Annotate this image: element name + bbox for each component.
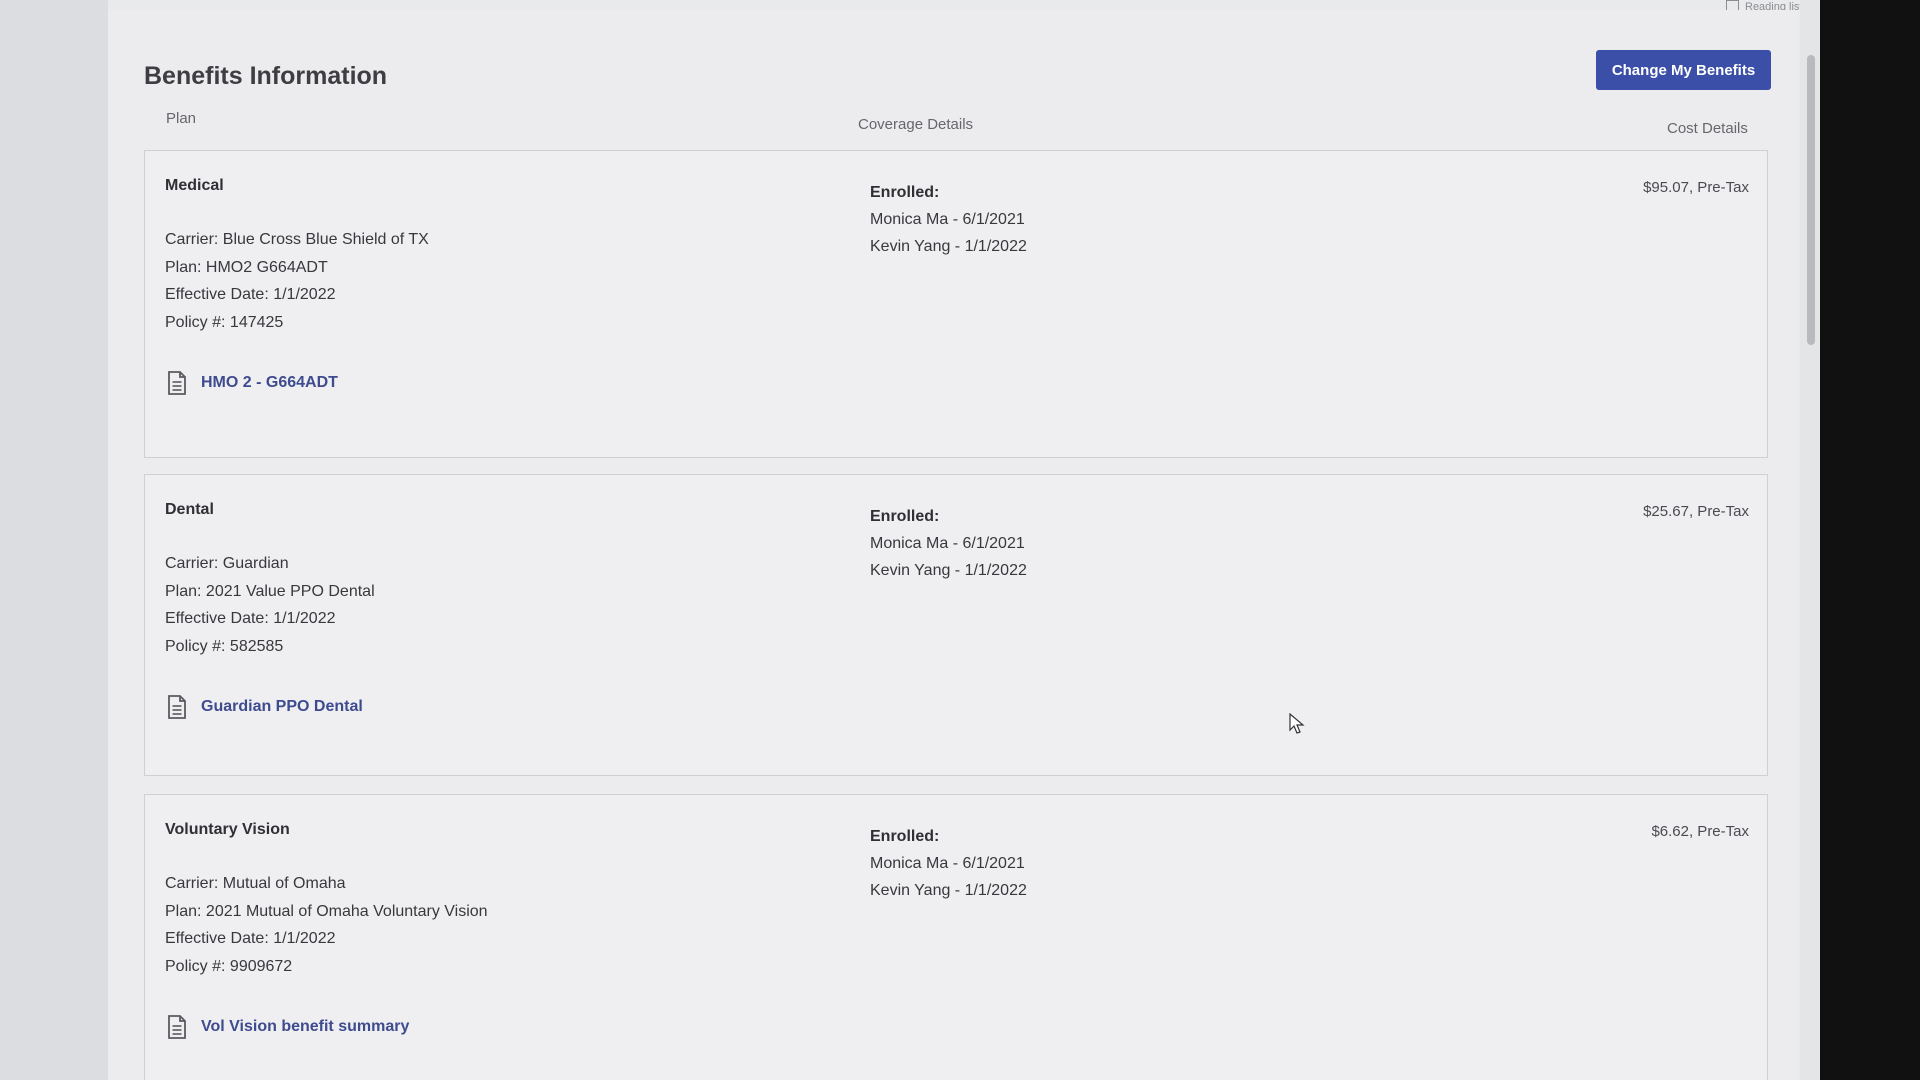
- column-header-coverage: Coverage Details: [858, 116, 974, 133]
- enrolled-member: Kevin Yang - 1/1/2022: [870, 238, 1027, 255]
- page-title: Benefits Information: [144, 62, 388, 90]
- plan-carrier: Carrier: Blue Cross Blue Shield of TX: [165, 231, 429, 248]
- plan-carrier: Carrier: Guardian: [165, 555, 289, 572]
- scrollbar-thumb[interactable]: [1807, 55, 1815, 345]
- plan-title: Medical: [165, 177, 224, 194]
- enrolled-members: Enrolled: Monica Ma - 6/1/2021 Kevin Yan…: [870, 823, 1027, 904]
- plan-effective-date: Effective Date: 1/1/2022: [165, 610, 336, 627]
- document-icon: [168, 371, 186, 395]
- plan-name: Plan: 2021 Value PPO Dental: [165, 582, 375, 600]
- screen-bezel: [1820, 0, 1920, 1080]
- plan-details: Carrier: Blue Cross Blue Shield of TX Pl…: [165, 226, 429, 336]
- enrolled-members: Enrolled: Monica Ma - 6/1/2021 Kevin Yan…: [870, 503, 1027, 584]
- enrolled-member: Kevin Yang - 1/1/2022: [870, 882, 1027, 899]
- column-header-cost: Cost Details: [1667, 120, 1748, 137]
- enrolled-member: Monica Ma - 6/1/2021: [870, 855, 1025, 872]
- plan-card-medical: Medical Carrier: Blue Cross Blue Shield …: [144, 150, 1768, 458]
- mouse-cursor-icon: [1289, 713, 1305, 734]
- plan-effective-date: Effective Date: 1/1/2022: [165, 930, 336, 947]
- plan-name: Plan: 2021 Mutual of Omaha Voluntary Vis…: [165, 902, 488, 920]
- plan-card-vision: Voluntary Vision Carrier: Mutual of Omah…: [144, 794, 1768, 1080]
- plan-cost: $25.67, Pre-Tax: [1643, 503, 1749, 520]
- enrolled-member: Monica Ma - 6/1/2021: [870, 211, 1025, 228]
- enrolled-label: Enrolled:: [870, 184, 940, 201]
- enrolled-members: Enrolled: Monica Ma - 6/1/2021 Kevin Yan…: [870, 179, 1027, 260]
- left-gutter: [0, 0, 108, 1080]
- plan-title: Dental: [165, 501, 214, 518]
- change-my-benefits-button[interactable]: Change My Benefits: [1596, 50, 1771, 90]
- plan-document-link-text[interactable]: Vol Vision benefit summary: [201, 1018, 409, 1036]
- column-header-plan: Plan: [166, 110, 197, 127]
- plan-document-link-text[interactable]: HMO 2 - G664ADT: [201, 374, 338, 392]
- page-scrollbar[interactable]: [1800, 0, 1820, 1080]
- plan-details: Carrier: Mutual of Omaha Plan: 2021 Mutu…: [165, 870, 488, 980]
- plan-document-link-text[interactable]: Guardian PPO Dental: [201, 698, 363, 716]
- plan-card-dental: Dental Carrier: Guardian Plan: 2021 Valu…: [144, 474, 1768, 776]
- browser-viewport: Reading list Benefits Information Change…: [0, 0, 1820, 1080]
- plan-policy-number: Policy #: 582585: [165, 637, 284, 655]
- plan-document-link[interactable]: Vol Vision benefit summary: [167, 1015, 409, 1039]
- plan-document-link[interactable]: Guardian PPO Dental: [167, 695, 363, 719]
- enrolled-label: Enrolled:: [870, 828, 940, 845]
- plan-policy-number: Policy #: 9909672: [165, 957, 293, 975]
- plan-title: Voluntary Vision: [165, 821, 290, 838]
- plan-effective-date: Effective Date: 1/1/2022: [165, 286, 336, 303]
- plan-cost: $95.07, Pre-Tax: [1643, 179, 1749, 196]
- enrolled-member: Monica Ma - 6/1/2021: [870, 535, 1025, 552]
- plan-details: Carrier: Guardian Plan: 2021 Value PPO D…: [165, 550, 375, 660]
- enrolled-label: Enrolled:: [870, 508, 940, 525]
- enrolled-member: Kevin Yang - 1/1/2022: [870, 562, 1027, 579]
- plan-carrier: Carrier: Mutual of Omaha: [165, 875, 346, 892]
- plan-name: Plan: HMO2 G664ADT: [165, 258, 328, 276]
- document-icon: [168, 1015, 186, 1039]
- document-icon: [168, 695, 186, 719]
- plan-policy-number: Policy #: 147425: [165, 313, 284, 331]
- plan-cost: $6.62, Pre-Tax: [1651, 823, 1749, 840]
- benefits-page: Benefits Information Change My Benefits …: [108, 10, 1798, 1080]
- plan-document-link[interactable]: HMO 2 - G664ADT: [167, 371, 338, 395]
